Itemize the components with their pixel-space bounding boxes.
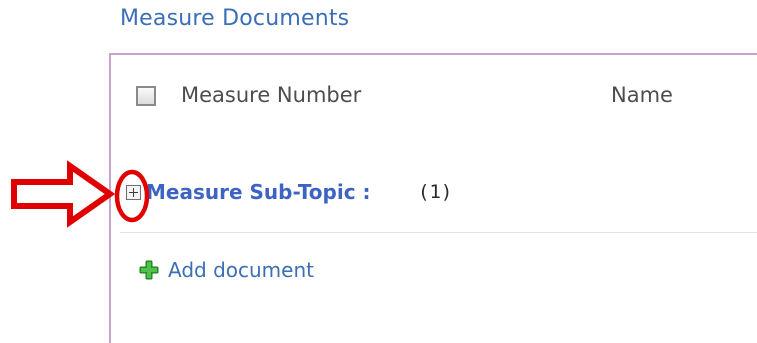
red-arrow-annotation-icon — [11, 160, 116, 228]
red-circle-annotation-icon — [114, 169, 150, 223]
select-all-checkbox[interactable] — [136, 86, 156, 106]
add-document-link[interactable]: Add document — [139, 256, 359, 284]
add-document-label: Add document — [168, 258, 314, 282]
webpart-title: Measure Documents — [120, 6, 350, 31]
column-header-name[interactable]: Name — [611, 83, 673, 107]
group-label-link[interactable]: Measure Sub-Topic : — [146, 180, 371, 204]
group-header-row: Measure Sub-Topic : (1) — [120, 174, 757, 214]
green-plus-icon — [139, 260, 159, 280]
group-separator — [120, 232, 757, 233]
group-item-count: (1) — [418, 181, 453, 203]
column-header-measure-number[interactable]: Measure Number — [181, 83, 361, 107]
